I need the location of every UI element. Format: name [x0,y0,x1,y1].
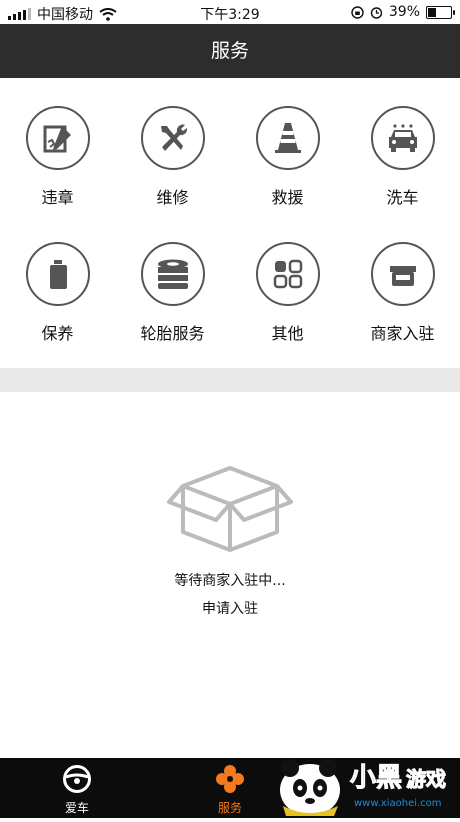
services-flower-icon [216,765,244,793]
svg-text:游戏: 游戏 [406,767,446,791]
watermark-logo: 小黑 游戏 www.xiaohei.com [268,748,460,818]
battery-percent: 39% [388,4,420,20]
steering-wheel-icon [63,765,91,793]
section-divider [0,368,460,392]
service-label: 洗车 [386,188,419,207]
service-label: 其他 [271,324,304,343]
service-other[interactable]: 其他 [230,242,345,344]
car-wash-icon [370,106,435,170]
tab-services[interactable]: 服务 [195,764,265,816]
nav-bar: 服务 [0,24,460,78]
tab-label: 服务 [217,801,242,815]
status-bar: 中国移动 下午3:29 39% [0,0,460,24]
page-title: 服务 [210,40,249,62]
repair-tools-icon [140,106,205,170]
service-label: 商家入驻 [370,324,435,343]
service-label: 维修 [156,188,189,207]
empty-state: 等待商家入驻中... 申请入驻 [0,460,460,618]
svg-text:小黑: 小黑 [350,763,402,793]
tab-my-car[interactable]: 爱车 [42,764,112,816]
service-label: 救援 [271,188,304,207]
service-label: 违章 [41,188,74,207]
service-tire[interactable]: 轮胎服务 [115,242,230,344]
battery-icon [426,5,455,19]
service-rescue[interactable]: 救援 [230,106,345,208]
alarm-icon [370,6,383,19]
tab-label: 爱车 [64,801,89,815]
service-car-wash[interactable]: 洗车 [345,106,460,208]
service-label: 保养 [41,324,74,343]
service-repair[interactable]: 维修 [115,106,230,208]
empty-box-icon [167,466,293,552]
storefront-icon [370,242,435,306]
traffic-cone-icon [255,106,320,170]
oil-can-icon [25,242,90,306]
service-label: 轮胎服务 [140,324,205,343]
violation-icon [25,106,90,170]
service-maintenance[interactable]: 保养 [0,242,115,344]
apply-join-link[interactable]: 申请入驻 [202,598,258,618]
svg-text:www.xiaohei.com: www.xiaohei.com [354,798,442,809]
empty-message: 等待商家入驻中... [174,573,286,589]
tire-stack-icon [140,242,205,306]
service-violation[interactable]: 违章 [0,106,115,208]
rotation-lock-icon [351,5,364,19]
service-merchant-join[interactable]: 商家入驻 [345,242,460,344]
grid-icon [255,242,320,306]
